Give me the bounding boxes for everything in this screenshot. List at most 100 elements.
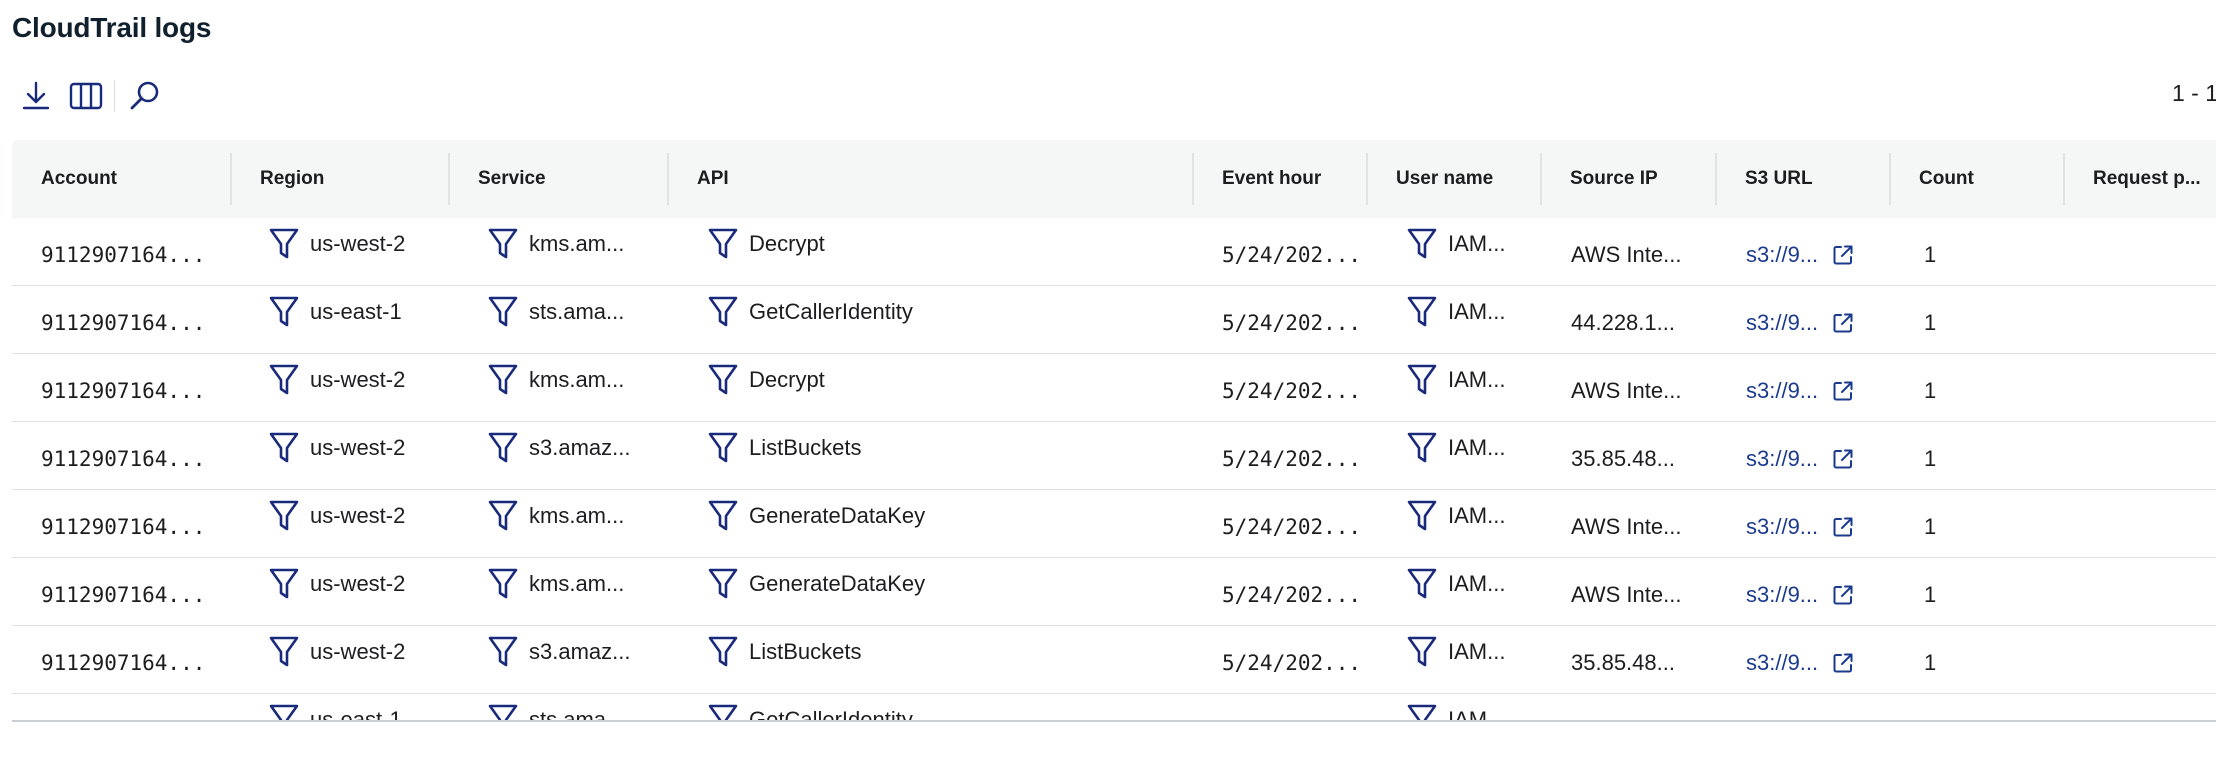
column-header-request-parameters[interactable]: Request p... — [2064, 140, 2216, 218]
filter-icon[interactable] — [487, 499, 519, 533]
filter-icon[interactable] — [1406, 295, 1438, 329]
table-row[interactable]: 9112907164... us-west-2 s3.amaz... ListB… — [12, 422, 2216, 490]
user-name-cell: IAM... — [1406, 482, 1536, 549]
table-row[interactable]: 9112907164... us-west-2 kms.am... Genera… — [12, 558, 2216, 626]
toolbar-divider — [114, 80, 115, 112]
table-row[interactable]: 9112907164... us-west-2 kms.am... Decryp… — [12, 354, 2216, 422]
filter-icon[interactable] — [268, 295, 300, 329]
filter-icon[interactable] — [268, 431, 300, 465]
external-link-icon[interactable] — [1832, 652, 1854, 674]
source-ip-cell: AWS Inte... — [1571, 513, 1682, 539]
user-name-value: IAM... — [1448, 570, 1506, 596]
filter-icon[interactable] — [1406, 431, 1438, 465]
s3-url-link[interactable]: s3://9... — [1746, 378, 1818, 404]
filter-icon[interactable] — [1406, 363, 1438, 397]
api-value: Decrypt — [749, 366, 825, 392]
s3-url-link[interactable]: s3://9... — [1746, 310, 1818, 336]
user-name-value: IAM... — [1448, 230, 1506, 256]
api-cell: GenerateDataKey — [707, 482, 1177, 549]
search-button[interactable] — [127, 78, 163, 114]
s3-url-cell: s3://9... — [1746, 694, 1886, 722]
filter-icon[interactable] — [268, 499, 300, 533]
filter-icon[interactable] — [487, 635, 519, 669]
filter-icon[interactable] — [707, 431, 739, 465]
filter-icon[interactable] — [487, 363, 519, 397]
filter-icon[interactable] — [707, 295, 739, 329]
column-header-event-hour[interactable]: Event hour — [1193, 140, 1367, 218]
service-cell: sts.ama... — [487, 686, 657, 722]
table-row[interactable]: 9112907164... us-west-2 kms.am... Decryp… — [12, 218, 2216, 286]
s3-url-link[interactable]: s3://9... — [1746, 650, 1818, 676]
table-toolbar — [18, 76, 163, 116]
table-row[interactable]: 9112907164... us-west-2 s3.amaz... ListB… — [12, 626, 2216, 694]
column-header-s3-url[interactable]: S3 URL — [1716, 140, 1890, 218]
api-cell: GenerateDataKey — [707, 550, 1177, 617]
event-hour-cell: 5/24/202... — [1222, 446, 1362, 471]
user-name-cell: IAM... — [1406, 550, 1536, 617]
s3-url-link[interactable]: s3://9... — [1746, 582, 1818, 608]
service-cell: s3.amaz... — [487, 414, 657, 481]
table-row[interactable]: 9112907164... us-east-1 sts.ama... GetCa… — [12, 694, 2216, 722]
s3-url-cell: s3://9... — [1746, 218, 1886, 285]
filter-icon[interactable] — [487, 567, 519, 601]
filter-icon[interactable] — [707, 567, 739, 601]
filter-icon[interactable] — [1406, 567, 1438, 601]
s3-url-link[interactable]: s3://9... — [1746, 514, 1818, 540]
column-header-count[interactable]: Count — [1890, 140, 2064, 218]
filter-icon[interactable] — [268, 363, 300, 397]
download-button[interactable] — [18, 78, 54, 114]
filter-icon[interactable] — [268, 635, 300, 669]
s3-url-link[interactable]: s3://9... — [1746, 242, 1818, 268]
user-name-cell: IAM... — [1406, 414, 1536, 481]
external-link-icon[interactable] — [1832, 448, 1854, 470]
table-row[interactable]: 9112907164... us-east-1 sts.ama... GetCa… — [12, 286, 2216, 354]
filter-icon[interactable] — [707, 363, 739, 397]
filter-icon[interactable] — [487, 227, 519, 261]
filter-icon[interactable] — [268, 567, 300, 601]
filter-icon[interactable] — [487, 431, 519, 465]
filter-icon[interactable] — [707, 635, 739, 669]
external-link-icon[interactable] — [1832, 584, 1854, 606]
account-cell: 9112907164... — [41, 310, 206, 335]
region-value: us-west-2 — [310, 570, 406, 596]
columns-icon — [69, 82, 103, 110]
filter-icon[interactable] — [707, 499, 739, 533]
filter-icon[interactable] — [268, 227, 300, 261]
region-value: us-east-1 — [310, 298, 402, 324]
region-value: us-west-2 — [310, 434, 406, 460]
columns-button[interactable] — [68, 78, 104, 114]
external-link-icon[interactable] — [1832, 380, 1854, 402]
count-cell: 1 — [1924, 377, 1937, 403]
region-cell: us-west-2 — [268, 346, 438, 413]
api-value: GenerateDataKey — [749, 502, 926, 528]
service-cell: kms.am... — [487, 482, 657, 549]
s3-url-link[interactable]: s3://9... — [1746, 446, 1818, 472]
service-value: s3.amaz... — [529, 434, 631, 460]
api-value: ListBuckets — [749, 434, 862, 460]
external-link-icon[interactable] — [1832, 516, 1854, 538]
filter-icon[interactable] — [1406, 499, 1438, 533]
column-header-user-name[interactable]: User name — [1367, 140, 1541, 218]
table-row[interactable]: 9112907164... us-west-2 kms.am... Genera… — [12, 490, 2216, 558]
column-header-account[interactable]: Account — [12, 140, 230, 218]
s3-url-cell: s3://9... — [1746, 490, 1886, 557]
filter-icon[interactable] — [707, 227, 739, 261]
region-value: us-west-2 — [310, 638, 406, 664]
external-link-icon[interactable] — [1832, 312, 1854, 334]
external-link-icon[interactable] — [1832, 244, 1854, 266]
event-hour-cell: 5/24/202... — [1222, 694, 1362, 723]
event-hour-cell: 5/24/202... — [1222, 582, 1362, 607]
filter-icon[interactable] — [487, 295, 519, 329]
filter-icon[interactable] — [1406, 227, 1438, 261]
column-header-service[interactable]: Service — [449, 140, 667, 218]
event-hour-cell: 5/24/202... — [1222, 242, 1362, 267]
filter-icon[interactable] — [1406, 635, 1438, 669]
column-header-api[interactable]: API — [668, 140, 1192, 218]
download-icon — [22, 81, 50, 110]
region-cell: us-west-2 — [268, 414, 438, 481]
column-header-source-ip[interactable]: Source IP — [1541, 140, 1715, 218]
column-header-region[interactable]: Region — [231, 140, 449, 218]
event-hour-cell: 5/24/202... — [1222, 650, 1362, 675]
region-cell: us-west-2 — [268, 618, 438, 685]
region-cell: us-west-2 — [268, 482, 438, 549]
